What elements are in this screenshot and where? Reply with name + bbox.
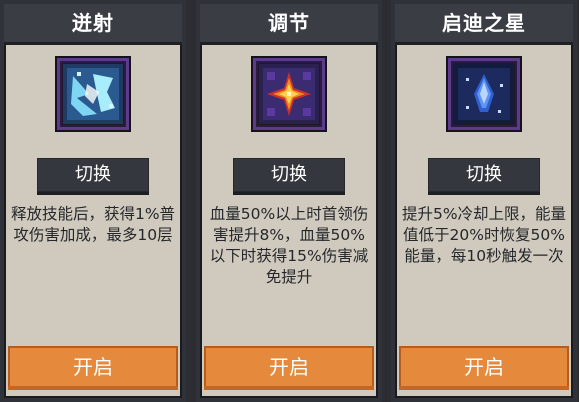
card-description: 释放技能后，获得1%普攻伤害加成，最多10层 [10,205,176,244]
talent-card-1: 迸射 切换 释放技能后，获得1%普攻伤害加成，最多10层 开启 [0,0,186,402]
star-crystal-icon-frame [448,58,520,130]
card-body: 迸射 切换 释放技能后，获得1%普攻伤害加成，最多10层 开启 [4,4,182,398]
open-button[interactable]: 开启 [204,346,374,390]
card-title: 启迪之星 [395,4,573,45]
sunburst-icon [259,64,319,124]
sunburst-icon-frame [253,58,325,130]
switch-button[interactable]: 切换 [37,158,149,195]
open-button[interactable]: 开启 [8,346,178,390]
shatter-icon [63,64,123,124]
switch-button[interactable]: 切换 [233,158,345,195]
talent-card-3: 启迪之星 切换 提升5%冷却上限，能量值低于20%时恢复50%能量，每10秒触发… [391,0,577,402]
talent-card-2: 调节 切换 血量50%以上时首领伤害提升8%，血量50%以下时获得15%伤害减免… [196,0,382,402]
card-title: 调节 [200,4,378,45]
shatter-icon-frame [57,58,129,130]
card-description: 提升5%冷却上限，能量值低于20%时恢复50%能量，每10秒触发一次 [401,205,567,265]
star-crystal-icon [454,64,514,124]
open-button[interactable]: 开启 [399,346,569,390]
card-body: 启迪之星 切换 提升5%冷却上限，能量值低于20%时恢复50%能量，每10秒触发… [395,4,573,398]
switch-button[interactable]: 切换 [428,158,540,195]
card-title: 迸射 [4,4,182,45]
card-body: 调节 切换 血量50%以上时首领伤害提升8%，血量50%以下时获得15%伤害减免… [200,4,378,398]
card-description: 血量50%以上时首领伤害提升8%，血量50%以下时获得15%伤害减免提升 [209,205,369,286]
